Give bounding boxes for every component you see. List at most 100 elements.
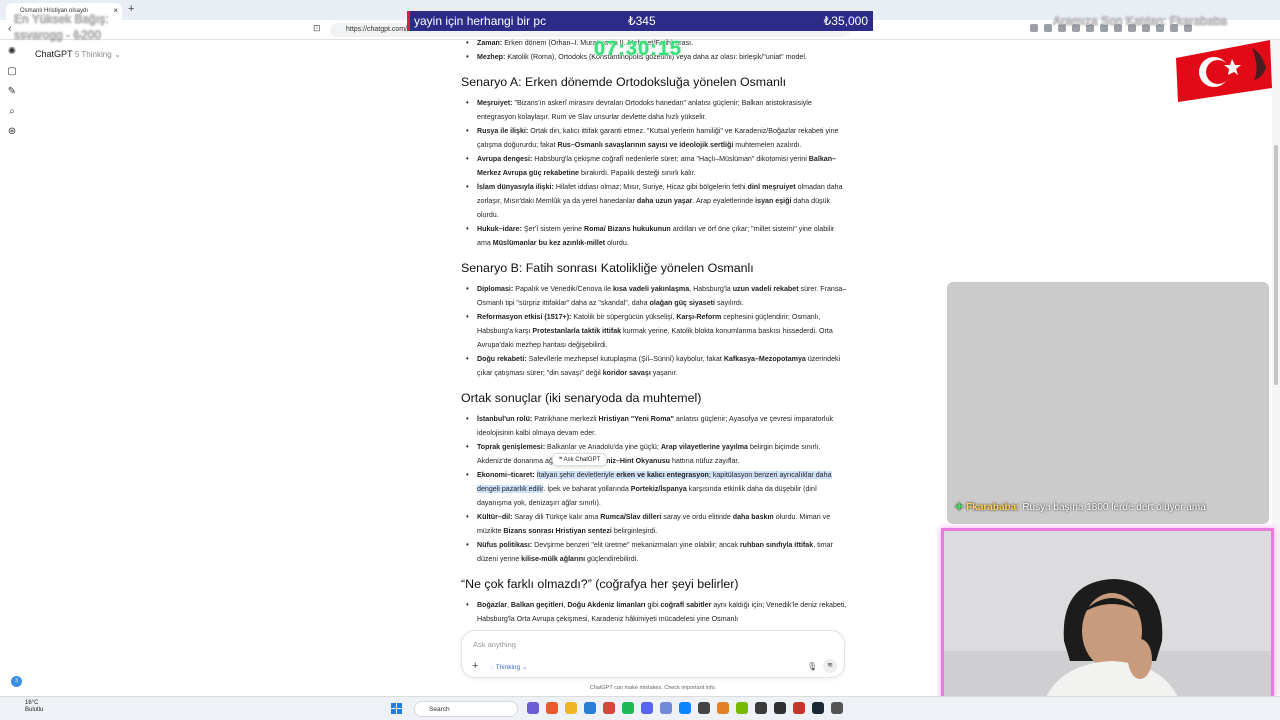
steam-icon[interactable] [812, 702, 824, 714]
text-run: Katolik bir süpergücün yükselişi, [571, 313, 677, 321]
section-list: Meşruiyet: "Bizans'ın askerî mirasını de… [461, 96, 847, 250]
notification-badge[interactable]: 3 [11, 676, 22, 687]
spotify-icon[interactable] [622, 702, 634, 714]
nvidia-icon[interactable] [736, 702, 748, 714]
bold-text: Doğu Akdeniz limanları [567, 601, 646, 609]
disclaimer: ChatGPT can make mistakes. Check importa… [589, 685, 717, 691]
bold-text: ruhban sınıfıyla ittifak [739, 541, 814, 549]
bold-text: coğrafî sabitler [660, 601, 712, 609]
windows-start-icon[interactable] [391, 703, 402, 714]
top-donor-overlay: En Yüksek Bağış: ssvarogg - ₺200 [14, 11, 109, 43]
bold-text: Diplomasi: [477, 285, 514, 293]
bold-text: Toprak genişlemesi: [477, 443, 546, 451]
text-run: Saray dili Türkçe kalır ama [512, 513, 601, 521]
composer-input[interactable]: Ask anything [473, 640, 516, 649]
scroll-down-arrow-icon[interactable]: ↓ [648, 601, 653, 611]
list-item: Nüfus politikası: Devşirme benzeri "elit… [461, 538, 847, 566]
turkish-flag-icon [1176, 40, 1272, 102]
attach-button[interactable]: + [472, 660, 478, 672]
chatgpt-logo-icon[interactable]: ✺ [6, 46, 18, 57]
thinking-label: Thinking [495, 664, 521, 671]
bold-text: Reformasyon etkisi (1517+): [477, 313, 572, 321]
back-icon[interactable]: ‹ [8, 23, 12, 35]
app-icon[interactable] [755, 702, 767, 714]
discord-icon[interactable] [641, 702, 653, 714]
bold-text: kilise-mülk ağlarını [521, 555, 586, 563]
list-item: Avrupa dengesi: Habsburg'la çekişme coğr… [461, 152, 847, 180]
file-explorer-icon[interactable] [565, 702, 577, 714]
text-run: . İpek ve baharat yollarında [543, 485, 631, 493]
list-item: Boğazlar, Balkan geçitleri, Doğu Akdeniz… [461, 598, 847, 626]
text-run: , Habsburg'la [689, 285, 733, 293]
text-run: "Bizans'ın askerî mirasını devralan Orto… [477, 99, 812, 121]
latest-follower-overlay: Aramıza Son Katılan: Fkarababa [1053, 14, 1228, 28]
bold-text: Rusya ile ilişki: [477, 127, 529, 135]
app-icon[interactable] [831, 702, 843, 714]
close-tab-icon[interactable]: × [113, 6, 118, 15]
taskbar-search[interactable]: Search [414, 701, 518, 717]
bold-text: Kültür–dil: [477, 513, 513, 521]
obs-icon[interactable] [774, 702, 786, 714]
message-composer[interactable]: Ask anything + ◌ Thinking ⌄ 🎙 ≋ [461, 630, 845, 678]
app-icon[interactable] [546, 702, 558, 714]
app-icon[interactable] [717, 702, 729, 714]
bold-text: Protestanlarla taktik ittifak [532, 327, 622, 335]
new-tab-button[interactable]: + [128, 3, 134, 15]
thinking-mode-button[interactable]: ◌ Thinking ⌄ [490, 663, 527, 671]
selected-text: erken ve kalıcı entegrasyon [616, 471, 709, 479]
bookmark-icon[interactable]: ⊡ [313, 23, 321, 34]
model-selector[interactable]: ChatGPT 5 Thinking ⌄ [35, 49, 121, 59]
teams-icon[interactable] [527, 702, 539, 714]
weather-temp: 16°C [25, 700, 39, 706]
bold-text: Hristiyan "Yeni Roma" [598, 415, 674, 423]
sidebar-toggle-icon[interactable]: ▢ [6, 66, 18, 77]
bold-text: İslam dünyasıyla ilişki: [477, 183, 554, 191]
bold-text: Karşı-Reform [676, 313, 722, 321]
weather-widget[interactable]: 16°C Bulutlu [25, 700, 43, 714]
chat-badge: ✚ [955, 502, 964, 513]
bold-text: Mezhep: [477, 53, 506, 61]
extension-icon[interactable] [1030, 24, 1038, 32]
extension-icon[interactable] [1044, 24, 1052, 32]
list-item: Diplomasi: Papalık ve Venedik/Cenova ile… [461, 282, 847, 310]
bold-text: Ekonomi–ticaret: [477, 471, 535, 479]
bold-text: Bizans sonrası Hristiyan sentezi [503, 527, 612, 535]
donation-goal-current: ₺345 [628, 14, 656, 28]
thinking-icon: ◌ [490, 664, 494, 671]
app-icon[interactable] [698, 702, 710, 714]
text-run: saray ve ordu elitinde [661, 513, 733, 521]
brave-icon[interactable] [603, 702, 615, 714]
mail-icon[interactable] [584, 702, 596, 714]
text-run: sayılırdı. [714, 299, 744, 307]
bold-text: Avrupa dengesi: [477, 155, 533, 163]
section-list: İstanbul'un rolü: Patrikhane merkezli Hr… [461, 412, 847, 566]
bold-text: koridor savaşı [602, 369, 651, 377]
chatgpt-sidebar: ✺ ▢ ✎ ⌕ ⊛ [6, 46, 18, 137]
bold-text: Hukuk–idare: [477, 225, 522, 233]
library-icon[interactable]: ⊛ [6, 126, 18, 137]
bold-text: Roma/ Bizans hukukunun [584, 225, 671, 233]
scrollbar-thumb[interactable] [1274, 145, 1278, 385]
new-chat-icon[interactable]: ✎ [6, 86, 18, 97]
text-run: Balkanlar ve Anadolu'da yine güçlü; [545, 443, 661, 451]
vscode-icon[interactable] [679, 702, 691, 714]
app-icon[interactable] [660, 702, 672, 714]
top-donor-value: ssvarogg - ₺200 [14, 28, 102, 42]
text-run: Şer'î sistem yerine [521, 225, 585, 233]
search-icon[interactable]: ⌕ [6, 106, 18, 117]
app-icon[interactable] [793, 702, 805, 714]
stream-timer: 07:30:15 [594, 38, 683, 60]
section-heading: Senaryo B: Fatih sonrası Katolikliğe yön… [461, 261, 754, 275]
ask-chatgpt-tooltip[interactable]: ❝ Ask ChatGPT [552, 453, 608, 466]
top-donor-label: En Yüksek Bağış: [14, 12, 109, 26]
text-run: muhtemelen azalırdı. [733, 141, 802, 149]
microphone-icon[interactable]: 🎙 [807, 662, 817, 671]
list-item: İslam dünyasıyla ilişki: Hilafet iddiası… [461, 180, 847, 222]
bold-text: Meşruiyet: [477, 99, 513, 107]
bold-text: isyan eşiği [755, 197, 792, 205]
list-item: Rusya ile ilişki: Ortak din, kalıcı itti… [461, 124, 847, 152]
section-list: Diplomasi: Papalık ve Venedik/Cenova ile… [461, 282, 847, 380]
section-heading: “Ne çok farklı olmazdı?” (coğrafya her ş… [461, 577, 739, 591]
voice-mode-icon[interactable]: ≋ [823, 659, 837, 673]
assistant-message: Zaman: Erken dönem (Orhan–I. Murat ya da… [461, 36, 847, 626]
